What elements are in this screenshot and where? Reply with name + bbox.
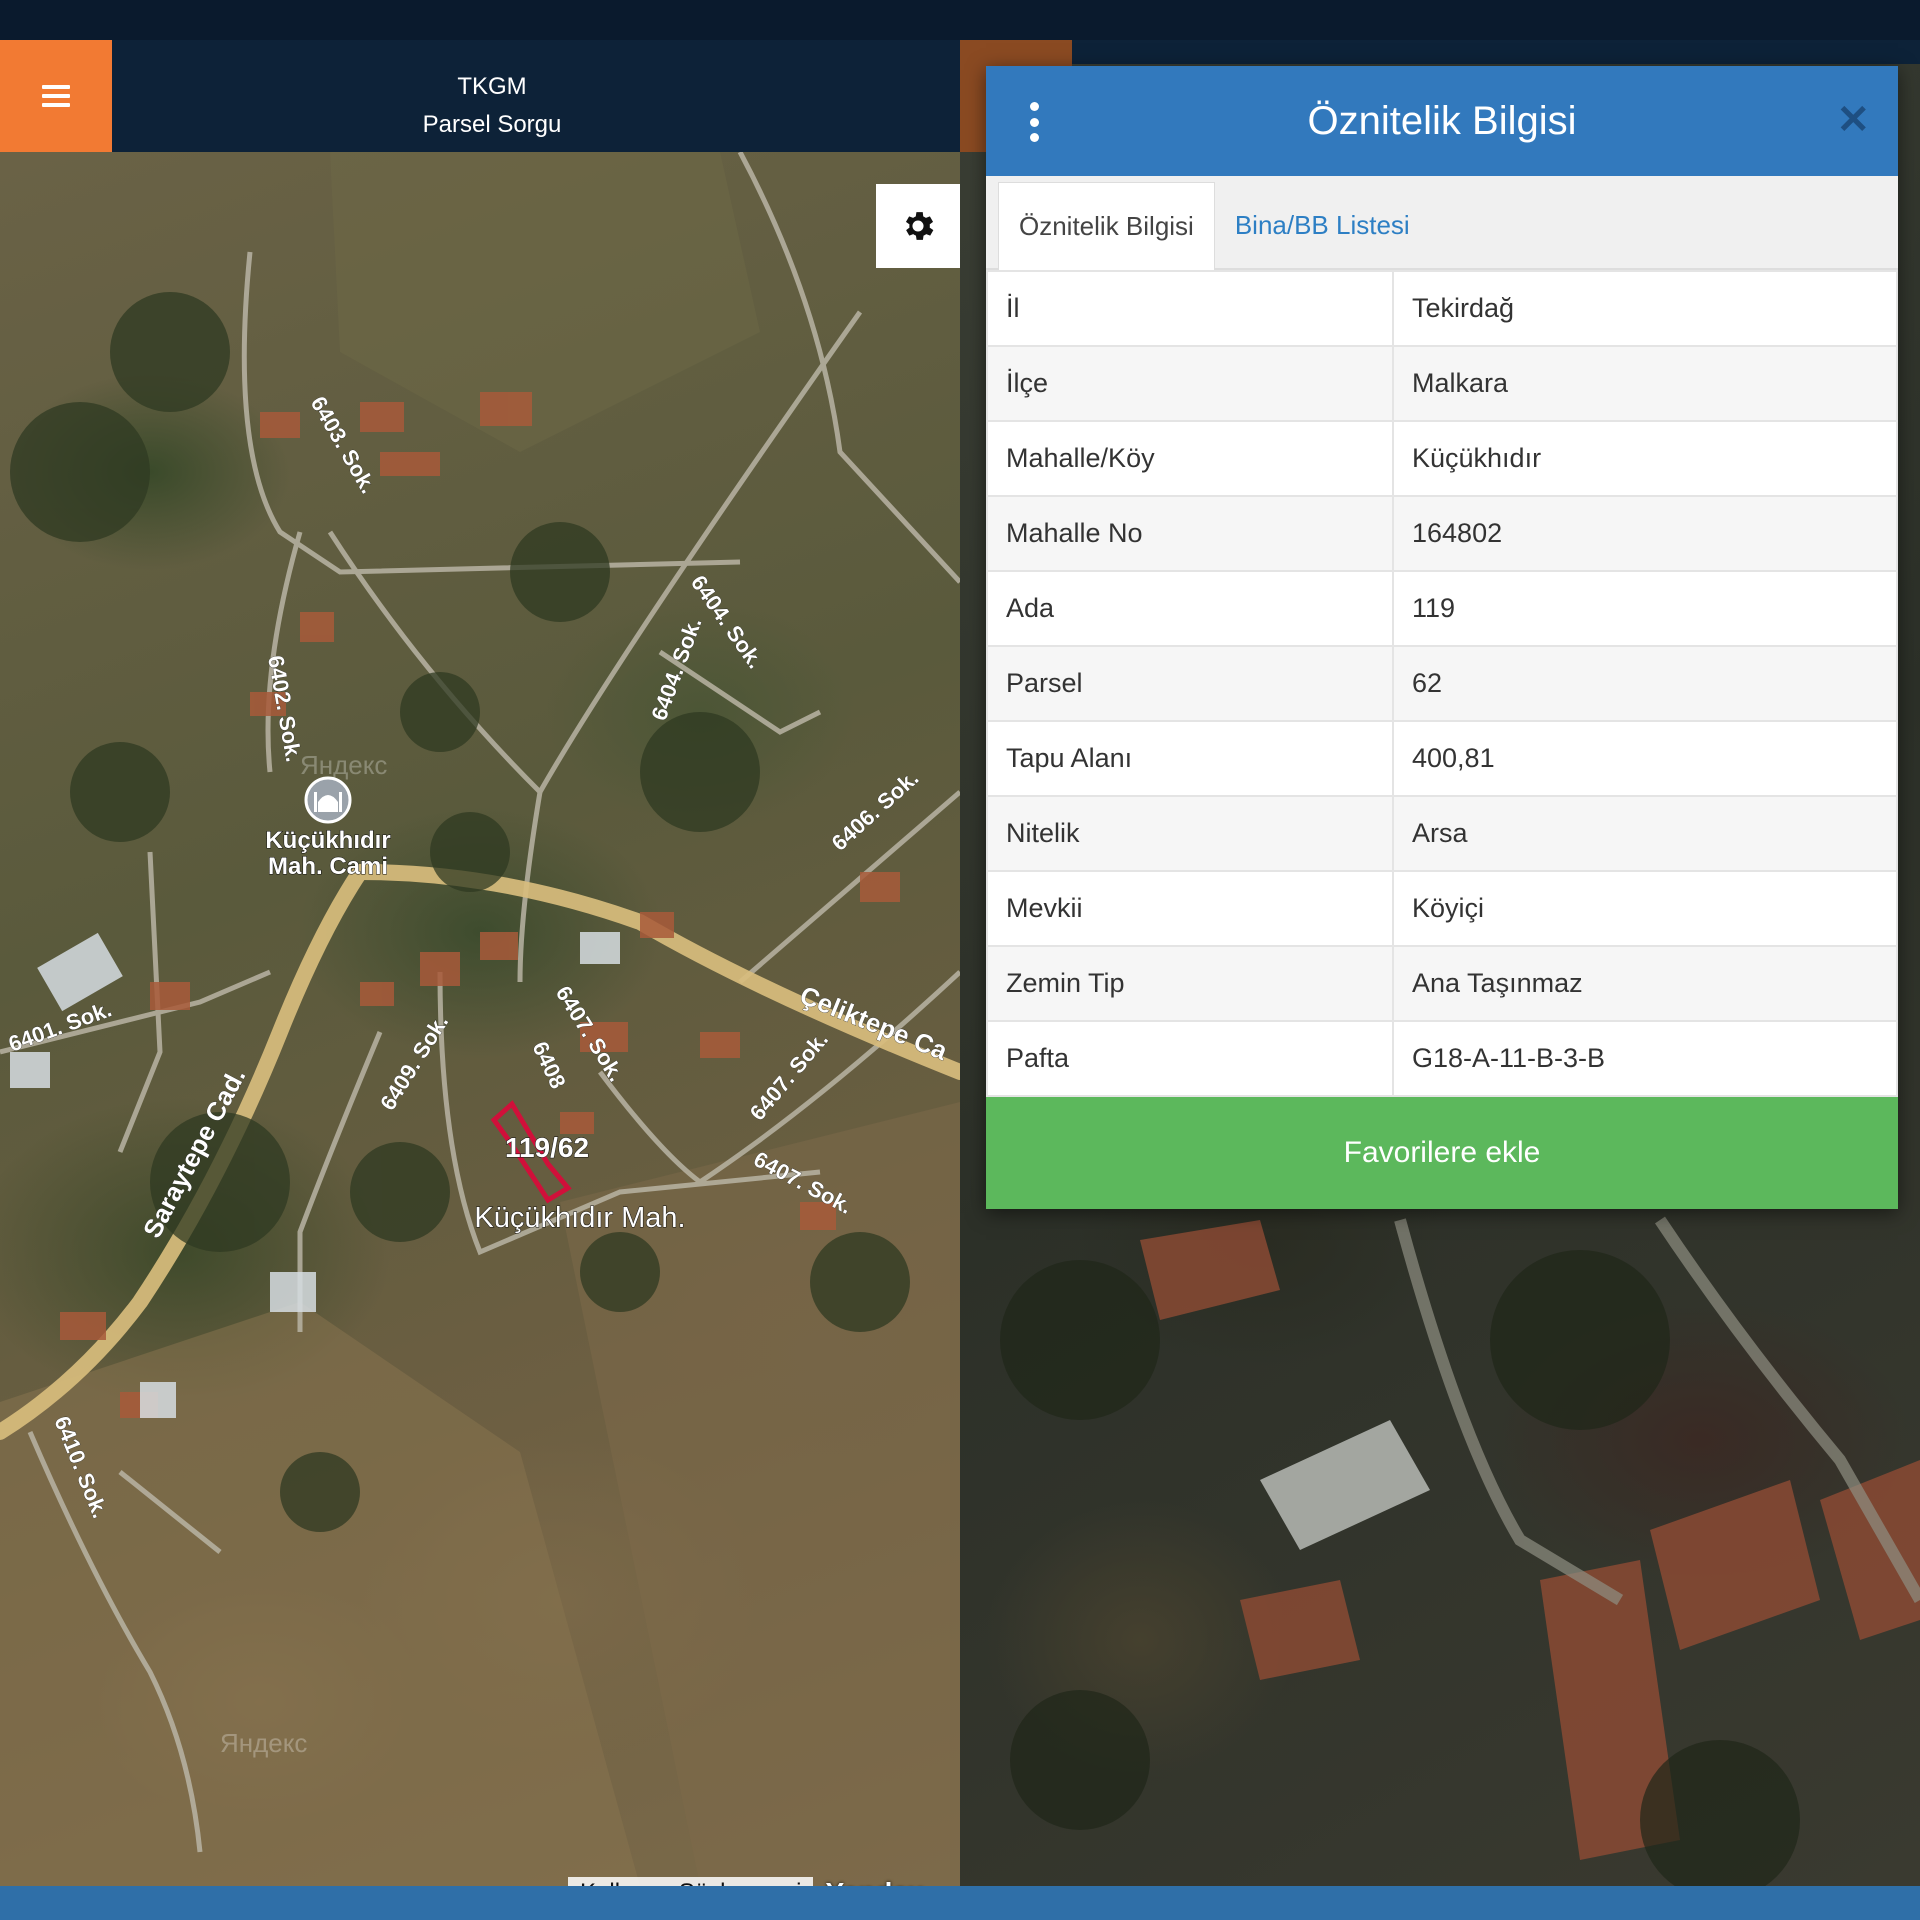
row-value: 400,81 bbox=[1392, 720, 1898, 797]
row-value: G18-A-11-B-3-B bbox=[1392, 1020, 1898, 1097]
map-watermark: Яндекс bbox=[300, 750, 387, 780]
app-header: TKGM Parsel Sorgu bbox=[0, 40, 960, 152]
street-label: 6408 bbox=[527, 1038, 570, 1093]
table-row: Parsel 62 bbox=[986, 645, 1898, 722]
neighborhood-label: Küçükhıdır Mah. bbox=[474, 1202, 685, 1234]
user-agreement-link[interactable]: Kullanıcı Sözleşmesi bbox=[568, 1877, 814, 1886]
mosque-label: Küçükhıdır bbox=[265, 827, 390, 854]
street-label: 6407. Sok. bbox=[745, 1027, 833, 1126]
table-row: Tapu Alanı 400,81 bbox=[986, 720, 1898, 797]
bottom-bar bbox=[0, 1886, 1920, 1920]
table-row: Pafta G18-A-11-B-3-B bbox=[986, 1020, 1898, 1097]
row-value: Tekirdağ bbox=[1392, 270, 1898, 347]
row-value: Malkara bbox=[1392, 345, 1898, 422]
attribute-table: İl Tekirdağ İlçe Malkara Mahalle/Köy Küçükh… bbox=[986, 270, 1898, 1097]
table-row: Nitelik Arsa bbox=[986, 795, 1898, 872]
row-key: İl bbox=[986, 270, 1394, 347]
table-row: İlçe Malkara bbox=[986, 345, 1898, 422]
add-to-favorites-button[interactable]: Favorilere ekle bbox=[986, 1097, 1898, 1209]
close-icon[interactable]: ✕ bbox=[1836, 96, 1870, 144]
row-value: Ana Taşınmaz bbox=[1392, 945, 1898, 1022]
map-overlay: 6403. Sok. 6404. Sok. 6404. Sok. 6402. S… bbox=[0, 152, 960, 1886]
mosque-label: Mah. Cami bbox=[268, 853, 388, 880]
map-attribution: Kullanıcı Sözleşmesi Yandex bbox=[568, 1876, 924, 1886]
dialog-tabs: Öznitelik Bilgisi Bina/BB Listesi bbox=[986, 176, 1898, 270]
street-label: 6404. Sok. bbox=[646, 614, 706, 724]
row-value: 62 bbox=[1392, 645, 1898, 722]
row-key: Mahalle No bbox=[986, 495, 1394, 572]
row-key: Mevkii bbox=[986, 870, 1394, 947]
satellite-map[interactable]: 6403. Sok. 6404. Sok. 6404. Sok. 6402. S… bbox=[0, 152, 960, 1886]
status-bar bbox=[0, 0, 1920, 40]
tab-building-list[interactable]: Bina/BB Listesi bbox=[1215, 182, 1430, 268]
provider-logo: Yandex bbox=[825, 1877, 923, 1886]
kebab-icon[interactable] bbox=[1028, 102, 1040, 142]
map-screen: 6403. Sok. 6404. Sok. 6404. Sok. 6402. S… bbox=[0, 40, 960, 1886]
row-value: Köyiçi bbox=[1392, 870, 1898, 947]
mosque-icon bbox=[304, 776, 352, 824]
row-value: Arsa bbox=[1392, 795, 1898, 872]
app-name: TKGM bbox=[457, 73, 527, 100]
app-title: TKGM Parsel Sorgu bbox=[112, 68, 872, 144]
settings-button[interactable] bbox=[876, 184, 960, 268]
row-key: Mahalle/Köy bbox=[986, 420, 1394, 497]
street-label: 6406. Sok. bbox=[827, 765, 924, 856]
row-key: Tapu Alanı bbox=[986, 720, 1394, 797]
table-row: Mahalle/Köy Küçükhıdır bbox=[986, 420, 1898, 497]
row-value: 119 bbox=[1392, 570, 1898, 647]
hamburger-icon bbox=[42, 85, 70, 107]
table-row: Mahalle No 164802 bbox=[986, 495, 1898, 572]
menu-button[interactable] bbox=[0, 40, 112, 152]
row-key: Nitelik bbox=[986, 795, 1394, 872]
tab-attributes[interactable]: Öznitelik Bilgisi bbox=[998, 182, 1215, 270]
row-value: Küçükhıdır bbox=[1392, 420, 1898, 497]
dialog-title: Öznitelik Bilgisi bbox=[1307, 98, 1577, 143]
map-watermark: Яндекс bbox=[220, 1728, 307, 1758]
attribute-screen: Öznitelik Bilgisi ✕ Öznitelik Bilgisi Bi… bbox=[960, 40, 1920, 1886]
row-key: Ada bbox=[986, 570, 1394, 647]
parcel-label: 119/62 bbox=[505, 1132, 589, 1163]
row-key: İlçe bbox=[986, 345, 1394, 422]
table-row: Zemin Tip Ana Taşınmaz bbox=[986, 945, 1898, 1022]
table-row: Mevkii Köyiçi bbox=[986, 870, 1898, 947]
row-key: Pafta bbox=[986, 1020, 1394, 1097]
row-value: 164802 bbox=[1392, 495, 1898, 572]
attribute-dialog: Öznitelik Bilgisi ✕ Öznitelik Bilgisi Bi… bbox=[986, 66, 1898, 1209]
dialog-header: Öznitelik Bilgisi ✕ bbox=[986, 66, 1898, 176]
row-key: Zemin Tip bbox=[986, 945, 1394, 1022]
row-key: Parsel bbox=[986, 645, 1394, 722]
app-subtitle: Parsel Sorgu bbox=[422, 111, 562, 138]
table-row: İl Tekirdağ bbox=[986, 270, 1898, 347]
table-row: Ada 119 bbox=[986, 570, 1898, 647]
gear-icon bbox=[905, 212, 934, 240]
